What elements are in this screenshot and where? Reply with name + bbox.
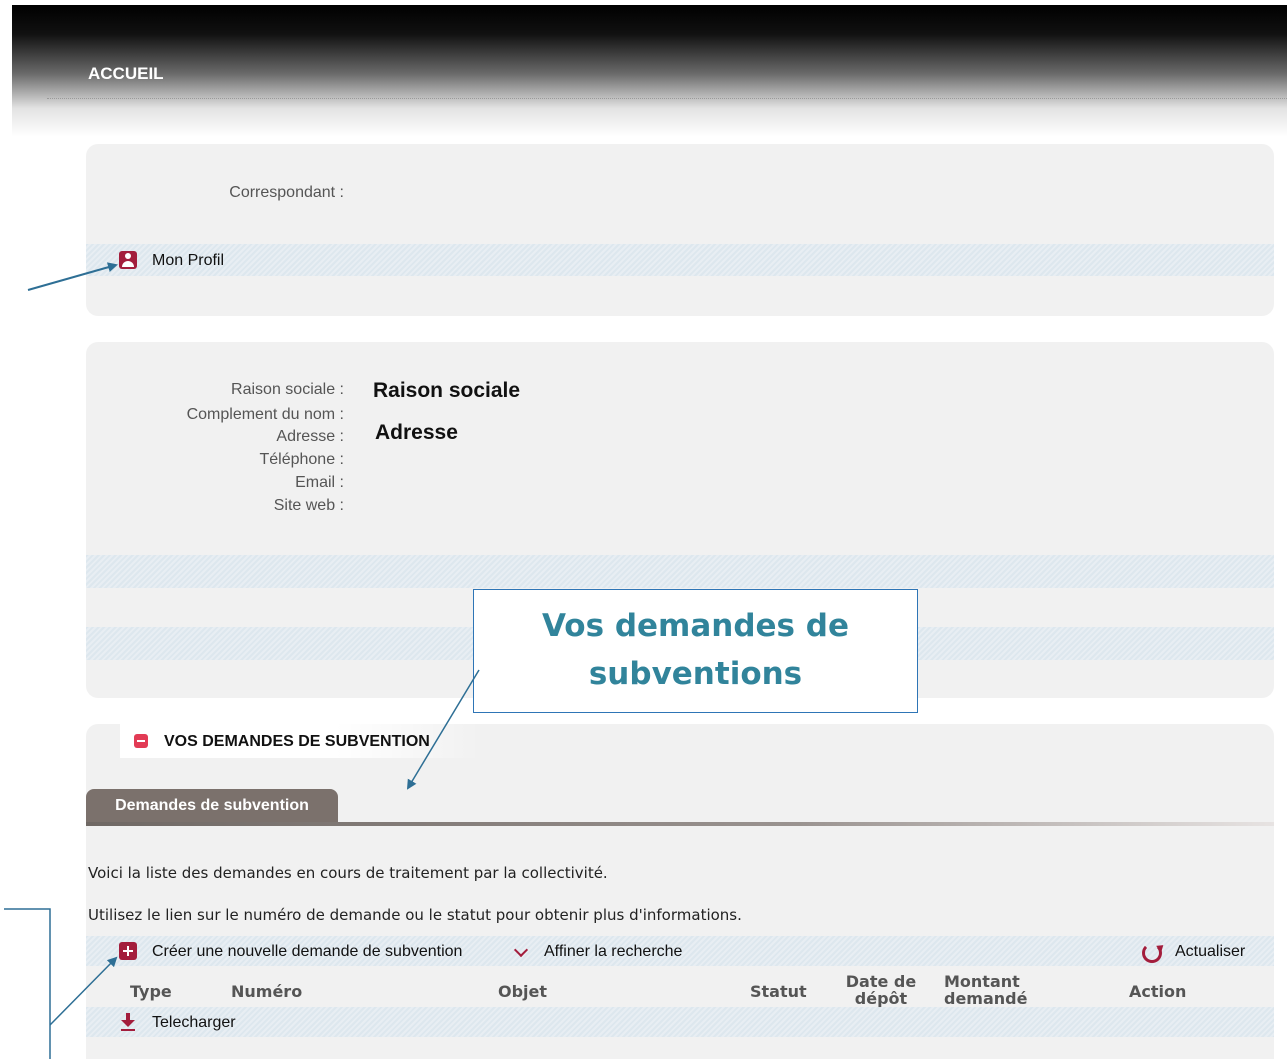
arrow-to-create-button xyxy=(4,908,51,1059)
arrow-to-tab xyxy=(406,669,480,790)
arrow-to-mon-profil xyxy=(27,262,118,291)
arrow-to-create-button-tip xyxy=(49,956,118,1026)
annotation-arrows xyxy=(4,262,480,1059)
